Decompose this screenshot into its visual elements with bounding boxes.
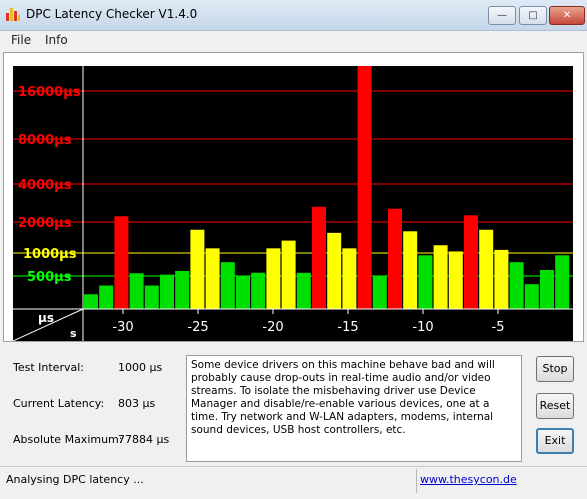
status-separator bbox=[416, 469, 417, 493]
latency-bar bbox=[418, 255, 433, 309]
latency-bar bbox=[251, 272, 266, 309]
latency-bar bbox=[464, 215, 478, 309]
y-axis-label: 4000µs bbox=[18, 178, 72, 193]
unit-top-label: µs bbox=[38, 311, 54, 325]
latency-bar bbox=[388, 208, 402, 309]
latency-bar bbox=[220, 262, 235, 309]
latency-bar bbox=[327, 232, 342, 309]
y-axis-label: 500µs bbox=[27, 270, 72, 285]
reset-button[interactable]: Reset bbox=[536, 393, 574, 419]
latency-bar bbox=[524, 284, 539, 309]
latency-bar bbox=[494, 249, 509, 309]
latency-bar bbox=[205, 248, 220, 309]
latency-bar bbox=[312, 206, 326, 309]
latency-bar bbox=[479, 229, 494, 309]
website-link[interactable]: www.thesycon.de bbox=[420, 473, 517, 486]
y-axis-label: 8000µs bbox=[18, 133, 72, 148]
x-tick-label: -25 bbox=[187, 320, 208, 335]
menu-file[interactable]: File bbox=[11, 33, 31, 47]
current-latency-value: 803 µs bbox=[118, 397, 156, 410]
test-interval-label: Test Interval: bbox=[13, 361, 84, 374]
latency-bar bbox=[403, 231, 418, 309]
y-axis-label: 1000µs bbox=[23, 247, 77, 262]
y-axis-label: 16000µs bbox=[18, 85, 81, 100]
message-box: Some device drivers on this machine beha… bbox=[186, 355, 522, 462]
exit-button[interactable]: Exit bbox=[536, 428, 574, 454]
maximize-button[interactable]: □ bbox=[519, 6, 547, 25]
latency-bar bbox=[433, 245, 448, 309]
x-tick-label: -10 bbox=[412, 320, 433, 335]
latency-bar bbox=[372, 276, 387, 309]
latency-bar bbox=[342, 248, 357, 309]
latency-bar bbox=[357, 66, 372, 309]
absolute-maximum-value: 77884 µs bbox=[118, 433, 170, 446]
latency-bar bbox=[99, 285, 114, 309]
status-bar: Analysing DPC latency ... www.thesycon.d… bbox=[0, 466, 587, 499]
menu-info[interactable]: Info bbox=[45, 33, 68, 47]
absolute-maximum-label: Absolute Maximum: bbox=[13, 433, 123, 446]
stop-button[interactable]: Stop bbox=[536, 356, 574, 382]
latency-bar bbox=[129, 273, 144, 309]
latency-bar bbox=[160, 274, 174, 309]
latency-bar bbox=[190, 229, 205, 309]
app-icon bbox=[6, 8, 20, 21]
menu-bar: File Info bbox=[0, 30, 587, 50]
minimize-button[interactable]: — bbox=[488, 6, 516, 25]
unit-bottom-label: s bbox=[70, 327, 77, 340]
latency-bar bbox=[236, 276, 250, 309]
latency-bar bbox=[281, 240, 296, 309]
latency-chart: 16000µs8000µs4000µs2000µs1000µs500µs µs … bbox=[13, 66, 573, 341]
latency-bar bbox=[266, 248, 281, 309]
title-bar: DPC Latency Checker V1.4.0 — □ ✕ bbox=[0, 0, 587, 31]
latency-bar bbox=[144, 285, 159, 309]
latency-bar bbox=[448, 251, 463, 309]
y-axis-label: 2000µs bbox=[18, 216, 72, 231]
current-latency-label: Current Latency: bbox=[13, 397, 105, 410]
latency-bar bbox=[84, 294, 98, 309]
x-tick-label: -30 bbox=[112, 320, 133, 335]
latency-bar bbox=[296, 272, 311, 309]
latency-bar bbox=[175, 270, 190, 309]
window-title: DPC Latency Checker V1.4.0 bbox=[26, 7, 198, 21]
x-tick-label: -15 bbox=[337, 320, 358, 335]
x-tick-label: -20 bbox=[262, 320, 283, 335]
latency-bar bbox=[114, 216, 129, 309]
close-button[interactable]: ✕ bbox=[549, 6, 585, 25]
status-text: Analysing DPC latency ... bbox=[6, 473, 144, 486]
latency-bar bbox=[509, 262, 524, 309]
latency-bar bbox=[555, 255, 570, 309]
test-interval-value: 1000 µs bbox=[118, 361, 163, 374]
x-tick-label: -5 bbox=[492, 320, 505, 335]
latency-bar bbox=[540, 270, 554, 309]
